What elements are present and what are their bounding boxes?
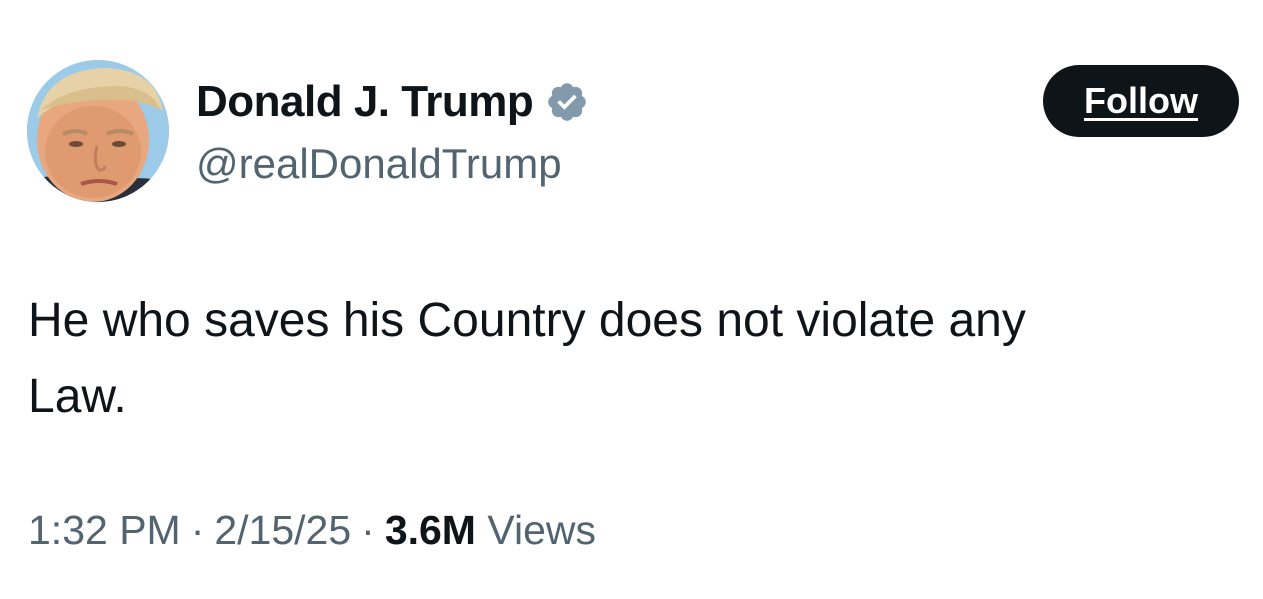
meta-separator: · [361,507,375,553]
verified-badge-icon[interactable] [545,80,589,124]
author-name-row: Donald J. Trump [196,74,589,130]
avatar-portrait-icon [27,60,169,202]
avatar[interactable] [27,60,169,202]
tweet-text-line: He who saves his Country does not violat… [28,294,1026,347]
views-label: Views [487,507,597,553]
tweet-text: He who saves his Country does not violat… [28,283,1228,435]
tweet-meta: 1:32 PM · 2/15/25 · 3.6M Views [28,500,596,560]
author-display-name[interactable]: Donald J. Trump [196,74,534,130]
views-count: 3.6M [384,507,476,553]
meta-separator: · [190,507,205,553]
author-handle[interactable]: @realDonaldTrump [196,138,562,190]
tweet-card: Donald J. Trump @realDonaldTrump Follow … [0,0,1263,599]
follow-button[interactable]: Follow [1043,65,1239,137]
tweet-date[interactable]: 2/15/25 [214,507,351,553]
tweet-text-line: Law. [28,370,127,423]
tweet-time[interactable]: 1:32 PM [28,507,181,553]
